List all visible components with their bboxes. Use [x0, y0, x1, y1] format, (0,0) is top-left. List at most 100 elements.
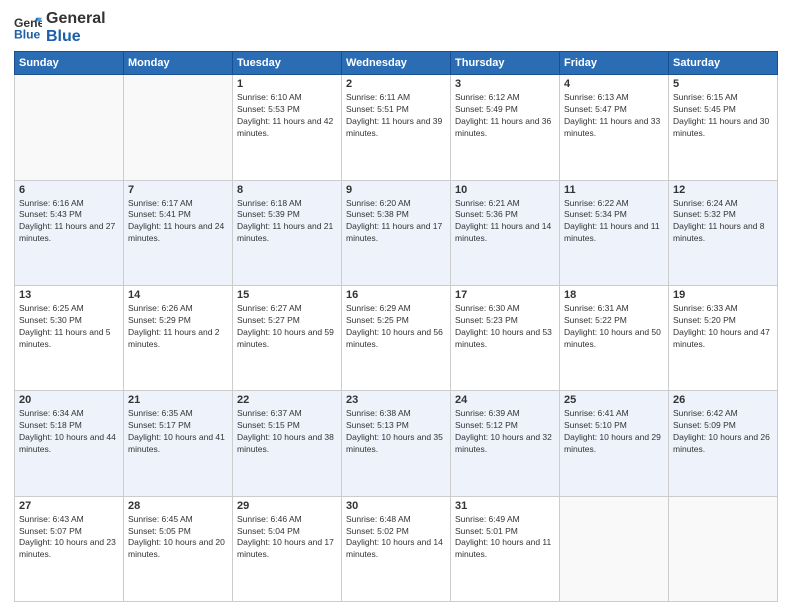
day-cell: 7 Sunrise: 6:17 AM Sunset: 5:41 PM Daylig…	[124, 180, 233, 285]
day-info: Sunrise: 6:35 AM Sunset: 5:17 PM Dayligh…	[128, 408, 228, 456]
day-info: Sunrise: 6:29 AM Sunset: 5:25 PM Dayligh…	[346, 303, 446, 351]
logo: General Blue General Blue	[14, 10, 106, 45]
day-info: Sunrise: 6:18 AM Sunset: 5:39 PM Dayligh…	[237, 198, 337, 246]
day-cell: 15 Sunrise: 6:27 AM Sunset: 5:27 PM Dayli…	[233, 285, 342, 390]
day-info: Sunrise: 6:45 AM Sunset: 5:05 PM Dayligh…	[128, 514, 228, 562]
day-number: 19	[673, 289, 773, 301]
calendar-table: SundayMondayTuesdayWednesdayThursdayFrid…	[14, 51, 778, 602]
day-cell: 19Sunrise: 6:33 AM Sunset: 5:20 PM Dayli…	[669, 285, 778, 390]
day-cell: 2 Sunrise: 6:11 AM Sunset: 5:51 PM Daylig…	[342, 75, 451, 180]
day-number: 15	[237, 289, 337, 301]
day-cell: 20Sunrise: 6:34 AM Sunset: 5:18 PM Dayli…	[15, 391, 124, 496]
day-info: Sunrise: 6:30 AM Sunset: 5:23 PM Dayligh…	[455, 303, 555, 351]
day-number: 20	[19, 394, 119, 406]
day-number: 18	[564, 289, 664, 301]
day-info: Sunrise: 6:11 AM Sunset: 5:51 PM Dayligh…	[346, 92, 446, 140]
svg-text:Blue: Blue	[14, 27, 41, 41]
day-cell	[124, 75, 233, 180]
day-number: 31	[455, 500, 555, 512]
day-number: 3	[455, 78, 555, 90]
day-info: Sunrise: 6:26 AM Sunset: 5:29 PM Dayligh…	[128, 303, 228, 351]
day-cell: 8 Sunrise: 6:18 AM Sunset: 5:39 PM Daylig…	[233, 180, 342, 285]
day-info: Sunrise: 6:31 AM Sunset: 5:22 PM Dayligh…	[564, 303, 664, 351]
logo-icon: General Blue	[14, 14, 42, 42]
day-cell: 1 Sunrise: 6:10 AM Sunset: 5:53 PM Daylig…	[233, 75, 342, 180]
day-cell: 16 Sunrise: 6:29 AM Sunset: 5:25 PM Dayli…	[342, 285, 451, 390]
day-info: Sunrise: 6:24 AM Sunset: 5:32 PM Dayligh…	[673, 198, 773, 246]
day-cell: 11 Sunrise: 6:22 AM Sunset: 5:34 PM Dayli…	[560, 180, 669, 285]
day-info: Sunrise: 6:37 AM Sunset: 5:15 PM Dayligh…	[237, 408, 337, 456]
day-number: 17	[455, 289, 555, 301]
weekday-header-friday: Friday	[560, 52, 669, 75]
day-number: 12	[673, 184, 773, 196]
day-info: Sunrise: 6:38 AM Sunset: 5:13 PM Dayligh…	[346, 408, 446, 456]
day-cell: 13Sunrise: 6:25 AM Sunset: 5:30 PM Dayli…	[15, 285, 124, 390]
day-info: Sunrise: 6:10 AM Sunset: 5:53 PM Dayligh…	[237, 92, 337, 140]
weekday-header-wednesday: Wednesday	[342, 52, 451, 75]
week-row-2: 6 Sunrise: 6:16 AM Sunset: 5:43 PM Daylig…	[15, 180, 778, 285]
day-number: 30	[346, 500, 446, 512]
day-number: 8	[237, 184, 337, 196]
day-cell	[15, 75, 124, 180]
day-cell: 14 Sunrise: 6:26 AM Sunset: 5:29 PM Dayli…	[124, 285, 233, 390]
day-number: 5	[673, 78, 773, 90]
day-info: Sunrise: 6:27 AM Sunset: 5:27 PM Dayligh…	[237, 303, 337, 351]
day-cell: 31Sunrise: 6:49 AM Sunset: 5:01 PM Dayli…	[451, 496, 560, 601]
day-number: 16	[346, 289, 446, 301]
day-info: Sunrise: 6:12 AM Sunset: 5:49 PM Dayligh…	[455, 92, 555, 140]
day-cell: 30 Sunrise: 6:48 AM Sunset: 5:02 PM Dayli…	[342, 496, 451, 601]
weekday-header-sunday: Sunday	[15, 52, 124, 75]
day-cell: 27 Sunrise: 6:43 AM Sunset: 5:07 PM Dayli…	[15, 496, 124, 601]
day-info: Sunrise: 6:41 AM Sunset: 5:10 PM Dayligh…	[564, 408, 664, 456]
weekday-header-saturday: Saturday	[669, 52, 778, 75]
day-info: Sunrise: 6:17 AM Sunset: 5:41 PM Dayligh…	[128, 198, 228, 246]
day-cell: 3 Sunrise: 6:12 AM Sunset: 5:49 PM Daylig…	[451, 75, 560, 180]
day-number: 2	[346, 78, 446, 90]
day-cell: 9Sunrise: 6:20 AM Sunset: 5:38 PM Daylig…	[342, 180, 451, 285]
day-info: Sunrise: 6:22 AM Sunset: 5:34 PM Dayligh…	[564, 198, 664, 246]
day-cell: 28 Sunrise: 6:45 AM Sunset: 5:05 PM Dayli…	[124, 496, 233, 601]
day-number: 4	[564, 78, 664, 90]
day-cell	[560, 496, 669, 601]
weekday-header-row: SundayMondayTuesdayWednesdayThursdayFrid…	[15, 52, 778, 75]
day-cell: 26Sunrise: 6:42 AM Sunset: 5:09 PM Dayli…	[669, 391, 778, 496]
day-number: 23	[346, 394, 446, 406]
day-info: Sunrise: 6:16 AM Sunset: 5:43 PM Dayligh…	[19, 198, 119, 246]
day-info: Sunrise: 6:13 AM Sunset: 5:47 PM Dayligh…	[564, 92, 664, 140]
day-number: 14	[128, 289, 228, 301]
day-cell: 4 Sunrise: 6:13 AM Sunset: 5:47 PM Daylig…	[560, 75, 669, 180]
day-cell: 6 Sunrise: 6:16 AM Sunset: 5:43 PM Daylig…	[15, 180, 124, 285]
day-cell: 25Sunrise: 6:41 AM Sunset: 5:10 PM Dayli…	[560, 391, 669, 496]
day-number: 9	[346, 184, 446, 196]
day-info: Sunrise: 6:48 AM Sunset: 5:02 PM Dayligh…	[346, 514, 446, 562]
week-row-4: 20Sunrise: 6:34 AM Sunset: 5:18 PM Dayli…	[15, 391, 778, 496]
weekday-header-monday: Monday	[124, 52, 233, 75]
day-info: Sunrise: 6:43 AM Sunset: 5:07 PM Dayligh…	[19, 514, 119, 562]
week-row-5: 27 Sunrise: 6:43 AM Sunset: 5:07 PM Dayli…	[15, 496, 778, 601]
day-number: 29	[237, 500, 337, 512]
logo-text: General Blue	[46, 10, 106, 45]
header: General Blue General Blue	[14, 10, 778, 45]
day-cell	[669, 496, 778, 601]
day-number: 11	[564, 184, 664, 196]
day-cell: 22 Sunrise: 6:37 AM Sunset: 5:15 PM Dayli…	[233, 391, 342, 496]
day-info: Sunrise: 6:25 AM Sunset: 5:30 PM Dayligh…	[19, 303, 119, 351]
day-number: 28	[128, 500, 228, 512]
day-info: Sunrise: 6:15 AM Sunset: 5:45 PM Dayligh…	[673, 92, 773, 140]
weekday-header-thursday: Thursday	[451, 52, 560, 75]
day-info: Sunrise: 6:21 AM Sunset: 5:36 PM Dayligh…	[455, 198, 555, 246]
day-cell: 23 Sunrise: 6:38 AM Sunset: 5:13 PM Dayli…	[342, 391, 451, 496]
day-number: 7	[128, 184, 228, 196]
weekday-header-tuesday: Tuesday	[233, 52, 342, 75]
day-cell: 12 Sunrise: 6:24 AM Sunset: 5:32 PM Dayli…	[669, 180, 778, 285]
day-cell: 29 Sunrise: 6:46 AM Sunset: 5:04 PM Dayli…	[233, 496, 342, 601]
day-number: 1	[237, 78, 337, 90]
day-number: 21	[128, 394, 228, 406]
day-number: 24	[455, 394, 555, 406]
day-number: 27	[19, 500, 119, 512]
day-info: Sunrise: 6:46 AM Sunset: 5:04 PM Dayligh…	[237, 514, 337, 562]
day-number: 22	[237, 394, 337, 406]
day-number: 10	[455, 184, 555, 196]
day-number: 6	[19, 184, 119, 196]
day-cell: 5 Sunrise: 6:15 AM Sunset: 5:45 PM Daylig…	[669, 75, 778, 180]
